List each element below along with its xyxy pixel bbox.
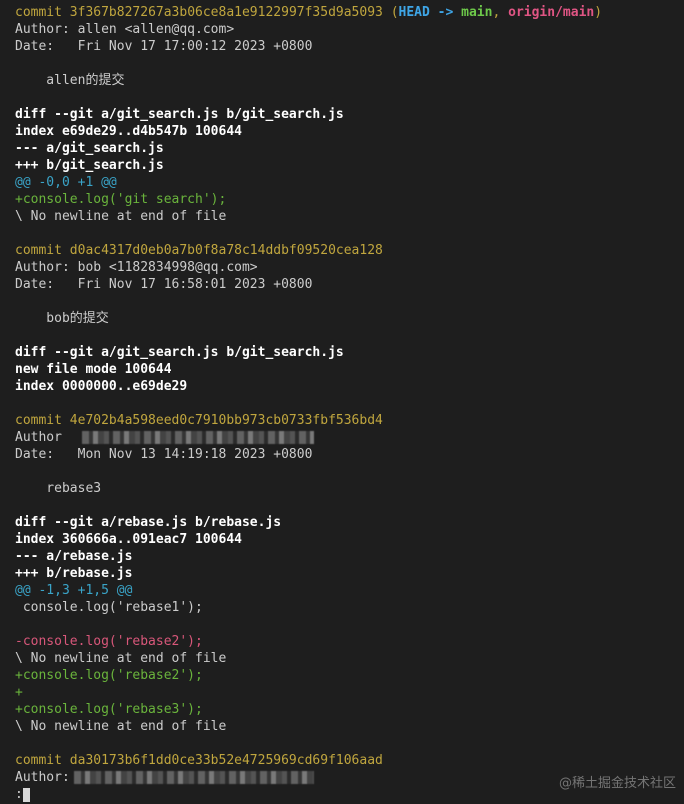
date-line: Date: Fri Nov 17 16:58:01 2023 +0800 bbox=[15, 277, 313, 292]
diff-header: diff --git a/git_search.js b/git_search.… bbox=[15, 107, 344, 122]
ref-separator: , bbox=[492, 5, 501, 20]
diff-no-newline: \ No newline at end of file bbox=[15, 719, 227, 734]
diff-plus-file: +++ b/rebase.js bbox=[15, 566, 133, 581]
commit-message: allen的提交 bbox=[15, 73, 125, 88]
diff-hunk-header: @@ -1,3 +1,5 @@ bbox=[15, 583, 133, 598]
ref-branch-main: main bbox=[461, 5, 493, 20]
diff-no-newline: \ No newline at end of file bbox=[15, 651, 227, 666]
diff-header: diff --git a/rebase.js b/rebase.js bbox=[15, 515, 282, 530]
author-line: Author: bob <1182834998@qq.com> bbox=[15, 260, 258, 275]
text-cursor bbox=[22, 787, 30, 802]
diff-added-line: +console.log('git search'); bbox=[15, 192, 227, 207]
ref-origin-main: origin/main bbox=[508, 5, 595, 20]
redacted-author bbox=[73, 771, 314, 784]
ref-open: ( bbox=[390, 5, 399, 20]
author-label: Author: bbox=[15, 770, 70, 785]
diff-header: diff --git a/git_search.js b/git_search.… bbox=[15, 345, 344, 360]
watermark: @稀土掘金技术社区 bbox=[558, 776, 676, 791]
commit-line: commit 3f367b827267a3b06ce8a1e9122997f35… bbox=[15, 4, 684, 21]
commit-label: commit bbox=[15, 5, 62, 20]
commit-hash: 3f367b827267a3b06ce8a1e9122997f35d9a5093 bbox=[69, 5, 383, 20]
commit-message: rebase3 bbox=[15, 481, 102, 496]
diff-index: index 0000000..e69de29 bbox=[15, 379, 188, 394]
ref-arrow: -> bbox=[437, 5, 454, 20]
diff-index: index e69de29..d4b547b 100644 bbox=[15, 124, 242, 139]
diff-hunk-header: @@ -0,0 +1 @@ bbox=[15, 175, 117, 190]
diff-minus-file: --- a/rebase.js bbox=[15, 549, 133, 564]
ref-head: HEAD bbox=[398, 5, 430, 20]
commit-message: bob的提交 bbox=[15, 311, 109, 326]
diff-plus-file: +++ b/git_search.js bbox=[15, 158, 164, 173]
author-line: Author: allen <allen@qq.com> bbox=[15, 22, 235, 37]
date-line: Date: Fri Nov 17 17:00:12 2023 +0800 bbox=[15, 39, 313, 54]
diff-minus-file: --- a/git_search.js bbox=[15, 141, 164, 156]
commit-line: commit d0ac4317d0eb0a7b0f8a78c14ddbf0952… bbox=[15, 243, 383, 258]
diff-added-line: +console.log('rebase2'); bbox=[15, 668, 203, 683]
commit-line: commit da30173b6f1dd0ce33b52e4725969cd69… bbox=[15, 753, 383, 768]
diff-new-file-mode: new file mode 100644 bbox=[15, 362, 172, 377]
diff-index: index 360666a..091eac7 100644 bbox=[15, 532, 242, 547]
diff-removed-line: -console.log('rebase2'); bbox=[15, 634, 203, 649]
author-line: Author bbox=[15, 429, 684, 446]
commit-line: commit 4e702b4a598eed0c7910bb973cb0733fb… bbox=[15, 413, 383, 428]
ref-close: ) bbox=[594, 5, 603, 20]
diff-no-newline: \ No newline at end of file bbox=[15, 209, 227, 224]
pager-prompt: : bbox=[15, 787, 23, 802]
terminal-output[interactable]: commit 3f367b827267a3b06ce8a1e9122997f35… bbox=[0, 0, 684, 804]
redacted-author bbox=[81, 431, 314, 444]
author-label: Author bbox=[15, 430, 62, 445]
date-line: Date: Mon Nov 13 14:19:18 2023 +0800 bbox=[15, 447, 313, 462]
diff-context-line: console.log('rebase1'); bbox=[15, 600, 203, 615]
diff-added-line: + bbox=[15, 685, 23, 700]
diff-added-line: +console.log('rebase3'); bbox=[15, 702, 203, 717]
